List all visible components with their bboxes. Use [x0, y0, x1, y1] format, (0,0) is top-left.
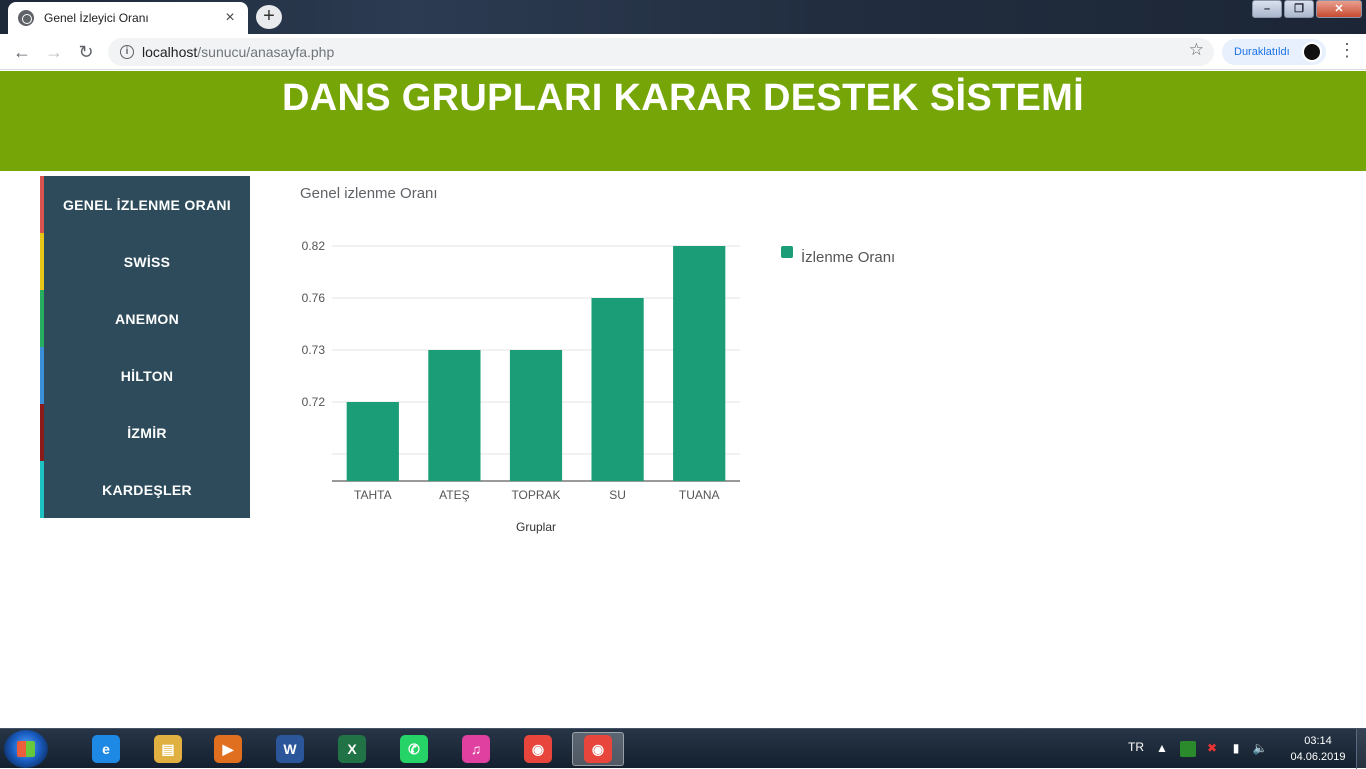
chart-title: Genel izlenme Oranı — [300, 185, 438, 202]
sidebar-item-label: GENEL İZLENME ORANI — [62, 196, 231, 213]
signal-icon[interactable]: ▮ — [1228, 741, 1244, 757]
sidebar-item-genel[interactable]: GENEL İZLENME ORANI — [40, 176, 250, 233]
legend-label: İzlenme Oranı — [801, 248, 895, 266]
chrome-icon: ◉ — [524, 735, 552, 763]
browser-toolbar: ← → ↻ i localhost/sunucu/anasayfa.php ☆ — [0, 34, 1366, 70]
taskbar-itunes-button[interactable]: ♫ — [450, 732, 502, 766]
taskbar-chrome-button[interactable]: ◉ — [512, 732, 564, 766]
clock-time: 03:14 — [1304, 735, 1332, 747]
y-tick-label: 0.82 — [302, 239, 326, 253]
word-icon: W — [276, 735, 304, 763]
url-path: /sunucu/anasayfa.php — [197, 44, 335, 60]
x-tick-label: TOPRAK — [511, 488, 560, 502]
close-window-button[interactable]: ✕ — [1316, 0, 1362, 18]
taskbar-media-player-button[interactable]: ▶ — [202, 732, 254, 766]
taskbar-excel-button[interactable]: X — [326, 732, 378, 766]
excel-icon: X — [338, 735, 366, 763]
media-player-icon: ▶ — [214, 735, 242, 763]
reload-button[interactable]: ↻ — [74, 40, 98, 64]
show-desktop-button[interactable] — [1356, 729, 1366, 769]
taskbar-file-explorer-button[interactable]: ▤ — [142, 732, 194, 766]
sidebar-item-kardesler[interactable]: KARDEŞLER — [40, 461, 250, 518]
clock[interactable]: 03:14 04.06.2019 — [1282, 733, 1354, 765]
bar — [346, 402, 399, 481]
x-tick-label: SU — [609, 488, 626, 502]
taskbar-chrome-active-button[interactable]: ◉ — [572, 732, 624, 766]
window-controls: – ❐ ✕ — [1252, 0, 1362, 18]
x-tick-label: TUANA — [679, 488, 720, 502]
x-axis-label: Gruplar — [516, 520, 556, 534]
page-title: DANS GRUPLARI KARAR DESTEK SİSTEMİ — [282, 77, 1084, 119]
windows-taskbar: e ▤ ▶ W X ✆ ♫ ◉ ◉ TR ▲ ✖ ▮ 🔈 03:14 04.06.2019 — [0, 728, 1366, 769]
close-tab-icon[interactable]: × — [222, 9, 238, 27]
sidebar-item-swiss[interactable]: SWİSS — [40, 233, 250, 290]
profile-paused-button[interactable]: Duraklatıldı — [1222, 39, 1326, 65]
taskbar-whatsapp-button[interactable]: ✆ — [388, 732, 440, 766]
paused-label: Duraklatıldı — [1234, 46, 1290, 58]
tray-app-icon[interactable] — [1180, 741, 1196, 757]
taskbar-internet-explorer-button[interactable]: e — [80, 732, 132, 766]
clock-date: 04.06.2019 — [1290, 751, 1346, 763]
avatar — [1302, 42, 1322, 62]
tab-title: Genel İzleyici Oranı — [44, 11, 149, 25]
back-button[interactable]: ← — [10, 40, 34, 64]
sidebar-item-anemon[interactable]: ANEMON — [40, 290, 250, 347]
sidebar-menu: GENEL İZLENME ORANI SWİSS ANEMON HİLTON … — [40, 176, 250, 518]
x-tick-label: TAHTA — [354, 488, 392, 502]
browser-tab-strip: Genel İzleyici Oranı × + – ❐ ✕ — [0, 0, 1366, 34]
page-banner: DANS GRUPLARI KARAR DESTEK SİSTEMİ — [0, 71, 1366, 171]
internet-explorer-icon: e — [92, 735, 120, 763]
itunes-icon: ♫ — [462, 735, 490, 763]
maximize-button[interactable]: ❐ — [1284, 0, 1314, 18]
bar — [428, 350, 481, 481]
sidebar-item-label: İZMİR — [127, 424, 167, 441]
minimize-button[interactable]: – — [1252, 0, 1282, 18]
address-bar[interactable]: i localhost/sunucu/anasayfa.php ☆ — [108, 38, 1214, 66]
x-tick-label: ATEŞ — [439, 488, 469, 502]
sidebar-item-label: HİLTON — [120, 367, 174, 384]
browser-menu-icon[interactable]: ⋮ — [1338, 40, 1356, 61]
taskbar-word-button[interactable]: W — [264, 732, 316, 766]
new-tab-button[interactable]: + — [256, 5, 282, 29]
language-indicator[interactable]: TR — [1128, 740, 1144, 754]
bar — [591, 298, 644, 481]
volume-icon[interactable]: 🔈 — [1252, 741, 1268, 757]
chrome-active-icon: ◉ — [584, 735, 612, 763]
bar — [673, 246, 726, 481]
whatsapp-icon: ✆ — [400, 735, 428, 763]
url-host: localhost — [142, 44, 198, 60]
bar — [509, 350, 563, 481]
y-tick-label: 0.73 — [302, 343, 326, 357]
network-error-icon[interactable]: ✖ — [1204, 741, 1220, 757]
bar-chart: 0.82 0.76 0.73 0.72 TAHTA ATEŞ TOPRAK SU TUANA Gr… — [302, 239, 896, 534]
y-tick-label: 0.72 — [302, 395, 326, 409]
sidebar-item-label: ANEMON — [114, 310, 180, 327]
sidebar-item-hilton[interactable]: HİLTON — [40, 347, 250, 404]
sidebar-item-izmir[interactable]: İZMİR — [40, 404, 250, 461]
start-button[interactable] — [4, 730, 48, 768]
sidebar-item-label: SWİSS — [123, 253, 171, 270]
forward-button[interactable]: → — [42, 40, 66, 64]
legend-swatch — [781, 246, 793, 258]
bookmark-star-icon[interactable]: ☆ — [1189, 40, 1204, 60]
y-tick-label: 0.76 — [302, 291, 326, 305]
info-icon[interactable]: i — [120, 45, 134, 59]
file-explorer-icon: ▤ — [154, 735, 182, 763]
browser-tab[interactable]: Genel İzleyici Oranı × — [8, 2, 248, 34]
globe-icon — [18, 10, 34, 26]
tray-expand-icon[interactable]: ▲ — [1154, 741, 1170, 757]
sidebar-item-label: KARDEŞLER — [102, 481, 192, 498]
